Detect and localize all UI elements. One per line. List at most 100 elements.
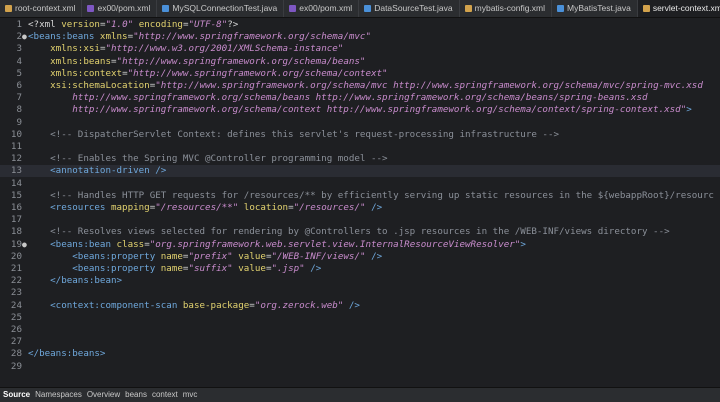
code-line[interactable]: 22 </beans:bean> [0,275,720,287]
code-text: xmlns:xsi="http://www.w3.org/2001/XMLSch… [28,43,343,55]
code-line[interactable]: 7 http://www.springframework.org/schema/… [0,92,720,104]
code-line[interactable]: 1 <?xml version="1.0" encoding="UTF-8"?> [0,19,720,31]
code-editor[interactable]: 1 <?xml version="1.0" encoding="UTF-8"?> 2… [0,18,720,386]
line-number: 11 [10,141,22,152]
line-number: 8 [16,104,22,116]
code-line[interactable]: 20 <beans:property name="prefix" value="… [0,251,720,263]
line-number: 20 [10,250,22,262]
code-line[interactable]: 5 xmlns:context="http://www.springframew… [0,68,720,80]
code-line[interactable]: 12 <!-- Enables the Spring MVC @Controll… [0,153,720,165]
code-token: <!-- Enables the Spring MVC @Controller … [28,153,388,165]
code-text: http://www.springframework.org/schema/co… [28,104,692,116]
editor-mode-tab-overview[interactable]: Overview [87,388,120,402]
code-line[interactable]: 9 [0,117,720,129]
editor-mode-tab-mvc[interactable]: mvc [183,388,198,402]
code-token: name [160,250,183,262]
code-token: "1.0" [105,19,134,30]
code-line[interactable]: 8 http://www.springframework.org/schema/… [0,104,720,116]
code-line[interactable]: 4 xmlns:beans="http://www.springframewor… [0,56,720,68]
code-line[interactable]: 11 [0,141,720,153]
line-number: 12 [10,153,22,165]
line-number: 23 [10,287,22,299]
tab-mybatistest-java[interactable]: MyBatisTest.java [552,0,638,17]
tab-ex00-pom-xml[interactable]: ex00/pom.xml [82,0,158,17]
code-line[interactable]: 25 [0,312,720,324]
code-line[interactable]: 26 [0,324,720,336]
code-token: /> [365,250,383,262]
code-token: "http://www.springframework.org/schema/b… [116,55,366,67]
code-line[interactable]: 17 [0,214,720,226]
java-file-icon [162,5,170,12]
line-number: 25 [10,311,22,323]
code-token: <context:component-scan [28,299,183,311]
line-number: 26 [10,324,22,335]
code-line[interactable]: 15 <!-- Handles HTTP GET requests for /r… [0,190,720,202]
code-token: "UTF-8" [188,19,228,30]
code-text: <context:component-scan base-package="or… [28,300,360,312]
line-number: 21 [10,263,22,274]
editor-mode-tab-beans[interactable]: beans [125,388,147,402]
maven-file-icon [289,5,297,12]
code-line[interactable]: 21 <beans:property name="suffix" value="… [0,263,720,275]
code-token: "http://www.springframework.org/schema/c… [127,67,388,79]
code-text: <?xml version="1.0" encoding="UTF-8"?> [28,19,238,31]
editor-mode-tab-namespaces[interactable]: Namespaces [35,388,82,402]
editor-mode-tab-source[interactable]: Source [3,388,30,402]
code-token: location [243,202,289,213]
tab-mybatis-config-xml[interactable]: mybatis-config.xml [460,0,553,17]
code-line[interactable]: 23 [0,287,720,299]
code-token: "suffix" [188,263,233,274]
code-line[interactable]: 13 <annotation-driven /> [0,165,720,178]
line-number: 18 [10,226,22,238]
code-text: <beans:bean class="org.springframework.w… [28,239,526,251]
code-line[interactable]: 28 </beans:beans> [0,348,720,360]
code-line[interactable]: 16 <resources mapping="/resources/**" lo… [0,202,720,214]
xml-file-icon [464,5,472,12]
code-token: > [686,104,692,116]
code-token: xsi:schemaLocation [50,80,150,91]
code-text: </beans:bean> [28,275,122,287]
tab-servlet-context-xml[interactable]: servlet-context.xml✕ [637,0,720,17]
tab-ex00-pom-xml[interactable]: ex00/pom.xml [284,0,360,17]
code-text: <beans:property name="prefix" value="/WE… [28,251,382,263]
line-number: 3 [16,43,22,55]
line-number: 28 [10,348,22,360]
code-line[interactable]: 29 [0,361,720,373]
code-line[interactable]: 24 <context:component-scan base-package=… [0,300,720,312]
code-line[interactable]: 14 [0,178,720,190]
code-line[interactable]: 2 ● <beans:beans xmlns="http://www.springf… [0,31,720,43]
code-token: <?xml [28,19,62,30]
tab-mysqlconnectiontest-java[interactable]: MySQLConnectionTest.java [157,0,285,17]
java-file-icon [364,5,372,12]
code-token: xmlns [99,31,128,43]
line-number: 1 [16,19,22,30]
tab-label: servlet-context.xml [652,3,720,13]
line-number: 13 [10,165,22,177]
code-token: > [520,238,526,250]
code-line[interactable]: 27 [0,336,720,348]
code-token: value [238,250,266,262]
line-number: 27 [10,336,22,348]
editor-mode-tab-context[interactable]: context [152,388,178,402]
line-number: 14 [10,177,22,189]
code-line[interactable]: 3 xmlns:xsi="http://www.w3.org/2001/XMLS… [0,43,720,55]
tab-root-context-xml[interactable]: root-context.xml [0,0,83,17]
line-number: 5 [16,67,22,79]
code-token: ?> [227,19,239,30]
tab-datasourcetest-java[interactable]: DataSourceTest.java [359,0,460,17]
code-text: </beans:beans> [28,348,105,360]
tab-label: ex00/pom.xml [299,3,353,13]
code-token: <beans:property [28,263,161,274]
code-line[interactable]: 19 ● <beans:bean class="org.springframewo… [0,239,720,251]
code-token: <beans:beans [28,31,100,43]
code-line[interactable]: 10 <!-- DispatcherServlet Context: defin… [0,129,720,141]
code-token: mapping [110,202,150,213]
code-token: http://www.springframework.org/schema/co… [28,104,687,116]
code-line[interactable]: 18 <!-- Resolves views selected for rend… [0,226,720,238]
editor-mode-tabs: Source Namespaces Overview beans context mvc [0,387,720,402]
code-line[interactable]: 6 xsi:schemaLocation="http://www.springf… [0,80,720,92]
code-text: <!-- Handles HTTP GET requests for /reso… [28,190,714,202]
code-text: <annotation-driven /> [28,165,166,177]
